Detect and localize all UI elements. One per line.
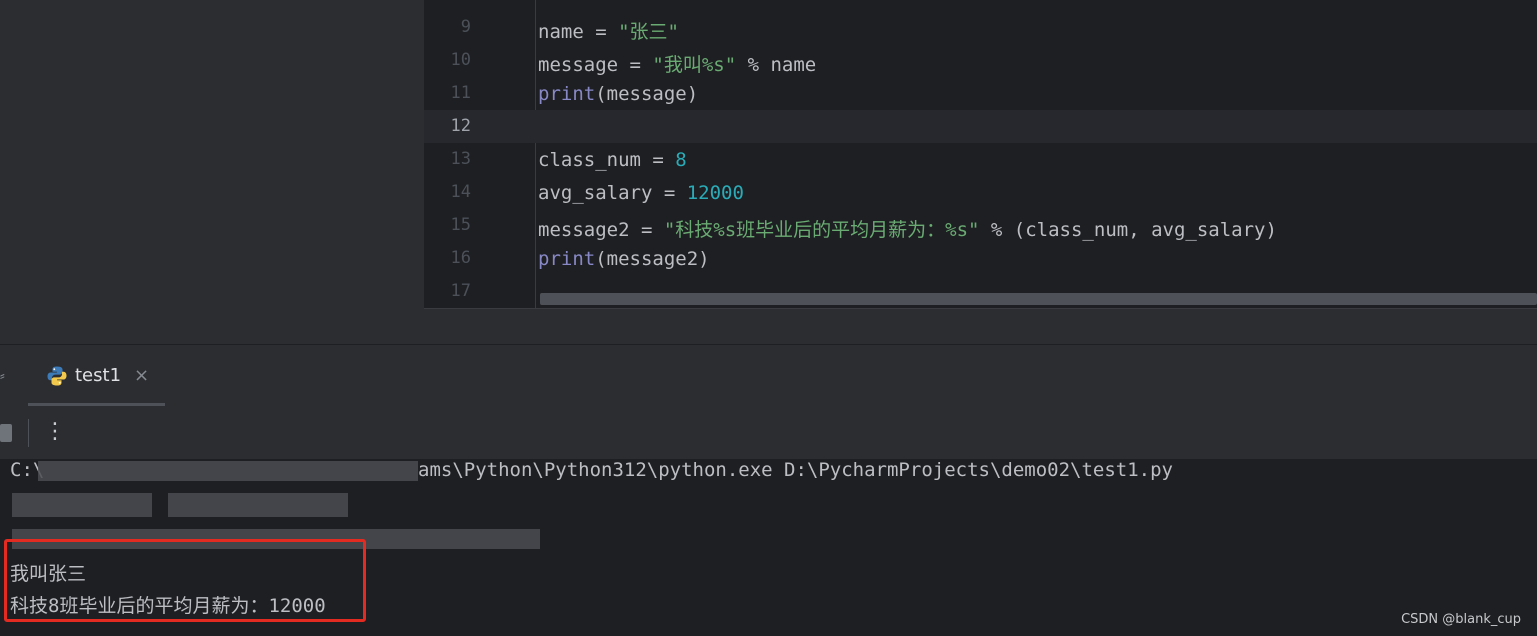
code-editor[interactable]: 9 name = "张三" 10 message = "我叫%s" % name… [424,0,1537,344]
line-number: 17 [450,281,471,301]
run-toolbar: ⋮ [0,407,1537,459]
code-text[interactable]: name = "张三" [538,17,679,44]
code-line-9[interactable]: 9 name = "张三" [424,11,1537,44]
run-tool-window: ⸗ test1 × ⋮ C:\ ams\Python\Python312\pyt… [0,344,1537,636]
redacted-path [38,461,418,481]
line-number: 11 [450,83,471,103]
more-options-icon[interactable]: ⋮ [44,417,66,447]
output-highlight-box [4,539,366,622]
active-tab-indicator [28,403,165,406]
line-number: 16 [450,248,471,268]
code-line-12[interactable]: 12 [424,110,1537,143]
code-text[interactable]: message2 = "科技%s班毕业后的平均月薪为：%s" % (class_… [538,215,1277,242]
editor-status-strip [424,308,1537,345]
redacted-line [168,493,348,517]
line-number: 15 [450,215,471,235]
code-line-15[interactable]: 15 message2 = "科技%s班毕业后的平均月薪为：%s" % (cla… [424,209,1537,242]
code-line-14[interactable]: 14 avg_salary = 12000 [424,176,1537,209]
line-number: 12 [450,116,471,136]
code-line-10[interactable]: 10 message = "我叫%s" % name [424,44,1537,77]
run-tab-label: test1 [75,365,122,386]
redacted-line [12,493,152,517]
run-tab-test1[interactable]: test1 × [28,345,165,406]
close-icon[interactable]: × [134,365,149,386]
line-number: 10 [450,50,471,70]
code-text[interactable]: print(message2) [538,248,710,270]
code-text[interactable]: class_num = 8 [538,149,687,171]
line-number: 13 [450,149,471,169]
code-text[interactable]: avg_salary = 12000 [538,182,744,204]
code-text[interactable]: message = "我叫%s" % name [538,50,816,77]
ide-window: 9 name = "张三" 10 message = "我叫%s" % name… [0,0,1537,636]
project-tool-panel [0,0,424,344]
code-text[interactable]: print(message) [538,83,698,105]
code-line-11[interactable]: 11 print(message) [424,77,1537,110]
python-icon [47,366,67,386]
panel-edge-glyph: ⸗ [0,368,5,384]
code-line-16[interactable]: 16 print(message2) [424,242,1537,275]
horizontal-scrollbar[interactable] [540,293,1537,305]
code-line-13[interactable]: 13 class_num = 8 [424,143,1537,176]
toolbar-separator [28,419,29,447]
console-output[interactable]: C:\ ams\Python\Python312\python.exe D:\P… [0,459,1537,636]
line-number: 14 [450,182,471,202]
watermark: CSDN @blank_cup [1401,612,1521,627]
stop-icon[interactable] [0,424,12,442]
line-number: 9 [460,17,471,37]
console-command-suffix: ams\Python\Python312\python.exe D:\Pycha… [418,459,1173,481]
